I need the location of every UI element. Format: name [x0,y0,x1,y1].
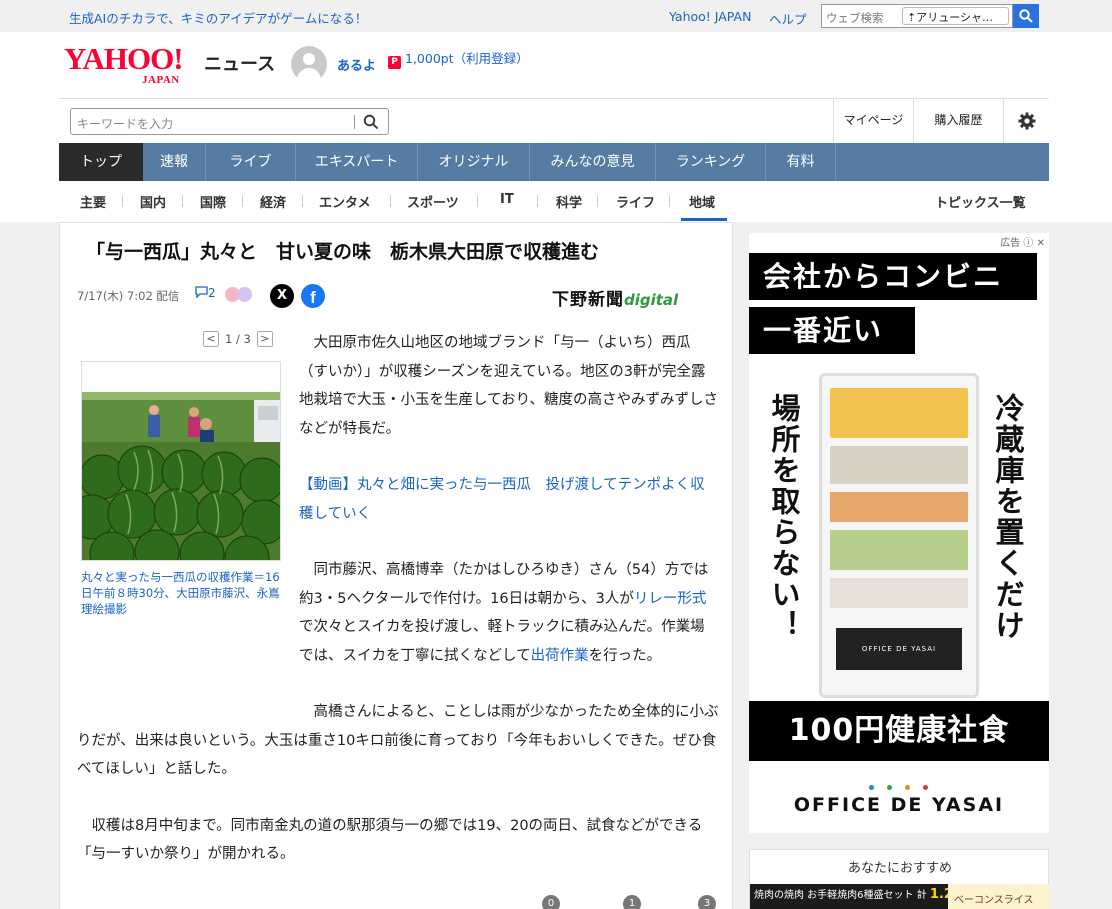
username-link[interactable]: あるよ [337,55,376,74]
category-divider [242,195,243,207]
category-world[interactable]: 国際 [200,192,226,211]
ad-vertical-left: 場所を取らない！ [767,393,801,641]
paragraph-4: 収穫は8月中旬まで。同市南金丸の道の駅那須与一の郷では19、20の両日、試食など… [77,817,703,863]
article-date: 7/17(木) 7:02 配信 [77,289,180,303]
reaction-count[interactable]: 0 [542,895,560,909]
fridge-image: OFFICE DE YASAI [819,373,979,698]
gear-icon [1018,112,1036,130]
recommend-box: あなたにおすすめ 焼肉の焼肉 お手軽焼肉6種盛セット 計 1.2kg ベーコンス… [749,849,1050,909]
search-suggestion-chip[interactable]: ⇡アリューシャ… [902,7,1009,25]
yahoo-japan-link[interactable]: Yahoo! JAPAN [669,9,751,24]
reaction-count[interactable]: 1 [623,895,641,909]
active-category-indicator [681,218,727,221]
search-icon[interactable] [363,114,379,130]
recommend-title: あなたにおすすめ [847,861,952,876]
ad-vertical-right: 冷蔵庫を置くだけ [991,393,1025,641]
ad-brand: OFFICE DE YASAI [793,794,1005,816]
nav-expert[interactable]: エキスパート [296,143,418,181]
promo-link[interactable]: 生成AIのチカラで、キミのアイデアがゲームになる！ [69,8,367,27]
category-sports[interactable]: スポーツ [407,192,459,211]
category-main[interactable]: 主要 [80,192,106,211]
search-separator [354,115,355,129]
recommend-ad-1[interactable]: 焼肉の焼肉 お手軽焼肉6種盛セット 計 1.2kg [750,884,948,909]
paypay-points-icon: P [388,56,401,69]
ad-label[interactable]: 広告 ⓘ ✕ [1000,234,1045,249]
category-divider [597,195,598,207]
nav-original[interactable]: オリジナル [418,143,530,181]
ad-dots [869,779,941,794]
category-local[interactable]: 地域 [689,192,715,211]
source-logo[interactable]: 下野新聞digital [552,285,678,310]
web-search-input[interactable]: ウェブ検索 ⇡アリューシャ… [821,4,1013,28]
article-title: 「与一西瓜」丸々と 甘い夏の味 栃木県大田原で収穫進む [86,241,600,263]
category-nav: 主要 国内 国際 経済 エンタメ スポーツ IT 科学 ライフ 地域 トピックス… [59,181,1049,221]
keyword-search-input[interactable]: キーワードを入力 [70,108,389,135]
article-card: 「与一西瓜」丸々と 甘い夏の味 栃木県大田原で収穫進む 7/17(木) 7:02… [59,222,733,909]
settings-button[interactable] [1003,98,1049,144]
logo-yahoo: YAHOO! [64,41,184,76]
category-divider [302,195,303,207]
web-search-button[interactable] [1013,4,1039,28]
keyword-placeholder: キーワードを入力 [77,117,174,131]
top-utility-bar: 生成AIのチカラで、キミのアイデアがゲームになる！ Yahoo! JAPAN ヘ… [0,0,1112,32]
category-divider [537,195,538,207]
yahoo-news-logo[interactable]: YAHOO! JAPAN [64,41,184,86]
nav-ranking[interactable]: ランキング [656,143,766,181]
nav-paid[interactable]: 有料 [766,143,836,181]
topics-list-link[interactable]: トピックス一覧 [935,192,1026,211]
category-science[interactable]: 科学 [556,192,582,211]
news-label[interactable]: ニュース [204,50,275,76]
category-entertainment[interactable]: エンタメ [319,192,371,211]
category-life[interactable]: ライフ [616,192,655,211]
ad-headline-1: 会社からコンビニ [749,253,1037,300]
search-icon [1019,9,1033,23]
help-link[interactable]: ヘルプ [769,9,807,28]
reaction-count[interactable]: 3 [698,895,716,909]
web-search-placeholder: ウェブ検索 [826,11,884,25]
nav-breaking[interactable]: 速報 [143,143,206,181]
reaction-faces [225,287,252,306]
recommend-ad-strip[interactable]: 焼肉の焼肉 お手軽焼肉6種盛セット 計 1.2kg ベーコンスライス [750,884,1050,909]
category-divider [390,195,391,207]
mypage-link[interactable]: マイページ [833,98,913,144]
arrow-up-icon: ⇡ [907,11,917,24]
nav-opinions[interactable]: みんなの意見 [530,143,656,181]
category-divider [182,195,183,207]
x-share-icon[interactable]: X [270,284,294,308]
comment-icon [195,286,208,299]
category-divider [122,195,123,207]
category-domestic[interactable]: 国内 [140,192,166,211]
fridge-label: OFFICE DE YASAI [836,628,962,670]
nav-live[interactable]: ライブ [206,143,296,181]
sidebar-ad[interactable]: 広告 ⓘ ✕ 会社からコンビニ 一番近い 場所を取らない！ 冷蔵庫を置くだけ O… [749,233,1049,833]
category-economy[interactable]: 経済 [260,192,286,211]
ad-headline-2: 一番近い [749,307,915,354]
comment-count-link[interactable]: 2 [195,286,216,300]
paragraph-3: 高橋さんによると、ことしは雨が少なかったため全体的に小ぶりだが、出来は良いという… [77,704,719,777]
article-body: 大田原市佐久山地区の地域ブランド「与一（よいち）西瓜（すいか）」が収穫シーズンを… [77,329,719,897]
site-header: YAHOO! JAPAN ニュース あるよ P 1,000pt（利用登録） キーワ… [0,32,1112,222]
main-nav: トップ 速報 ライブ エキスパート オリジナル みんなの意見 ランキング 有料 [59,143,1049,181]
category-divider [669,195,670,207]
ad-banner: 100円健康社食 [749,701,1049,761]
category-divider [477,195,478,207]
purchase-history-link[interactable]: 購入履歴 [913,98,1003,144]
shipping-link[interactable]: 出荷作業 [531,648,589,664]
avatar[interactable] [291,46,327,82]
recommend-ad-2[interactable]: ベーコンスライス [950,884,1050,909]
logo-japan: JAPAN [142,74,180,86]
points-link[interactable]: P 1,000pt（利用登録） [388,48,529,69]
category-it[interactable]: IT [500,192,514,207]
facebook-share-icon[interactable]: f [301,284,325,308]
nav-top[interactable]: トップ [59,143,143,181]
relay-link[interactable]: リレー形式 [634,591,707,607]
